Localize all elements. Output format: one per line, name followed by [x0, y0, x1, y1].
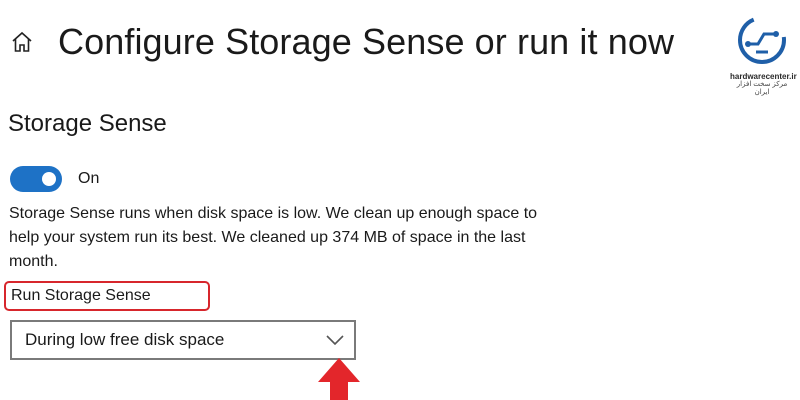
run-storage-sense-label: Run Storage Sense	[11, 287, 151, 304]
storage-sense-toggle[interactable]	[10, 166, 62, 192]
page-header: Configure Storage Sense or run it now	[8, 14, 674, 70]
dropdown-selected-value: During low free disk space	[25, 330, 225, 349]
logo-site-text: hardwarecenter.ir	[730, 72, 797, 81]
logo-tagline: مرکز سخت افزار ایران	[736, 81, 788, 96]
run-label-highlight: Run Storage Sense	[4, 281, 210, 311]
run-storage-sense-dropdown[interactable]: During low free disk space	[10, 320, 356, 360]
toggle-state-label: On	[78, 170, 100, 187]
site-logo: hardwarecenter.ir مرکز سخت افزار ایران	[730, 14, 797, 96]
circuit-icon	[738, 16, 786, 64]
home-icon[interactable]	[8, 28, 36, 56]
storage-sense-description: Storage Sense runs when disk space is lo…	[9, 205, 538, 270]
toggle-knob	[42, 172, 56, 186]
red-arrow-icon	[318, 358, 360, 400]
storage-sense-toggle-row: On	[10, 166, 99, 192]
section-title: Storage Sense	[8, 110, 167, 137]
chevron-down-icon	[324, 333, 346, 347]
page-title: Configure Storage Sense or run it now	[58, 21, 675, 62]
